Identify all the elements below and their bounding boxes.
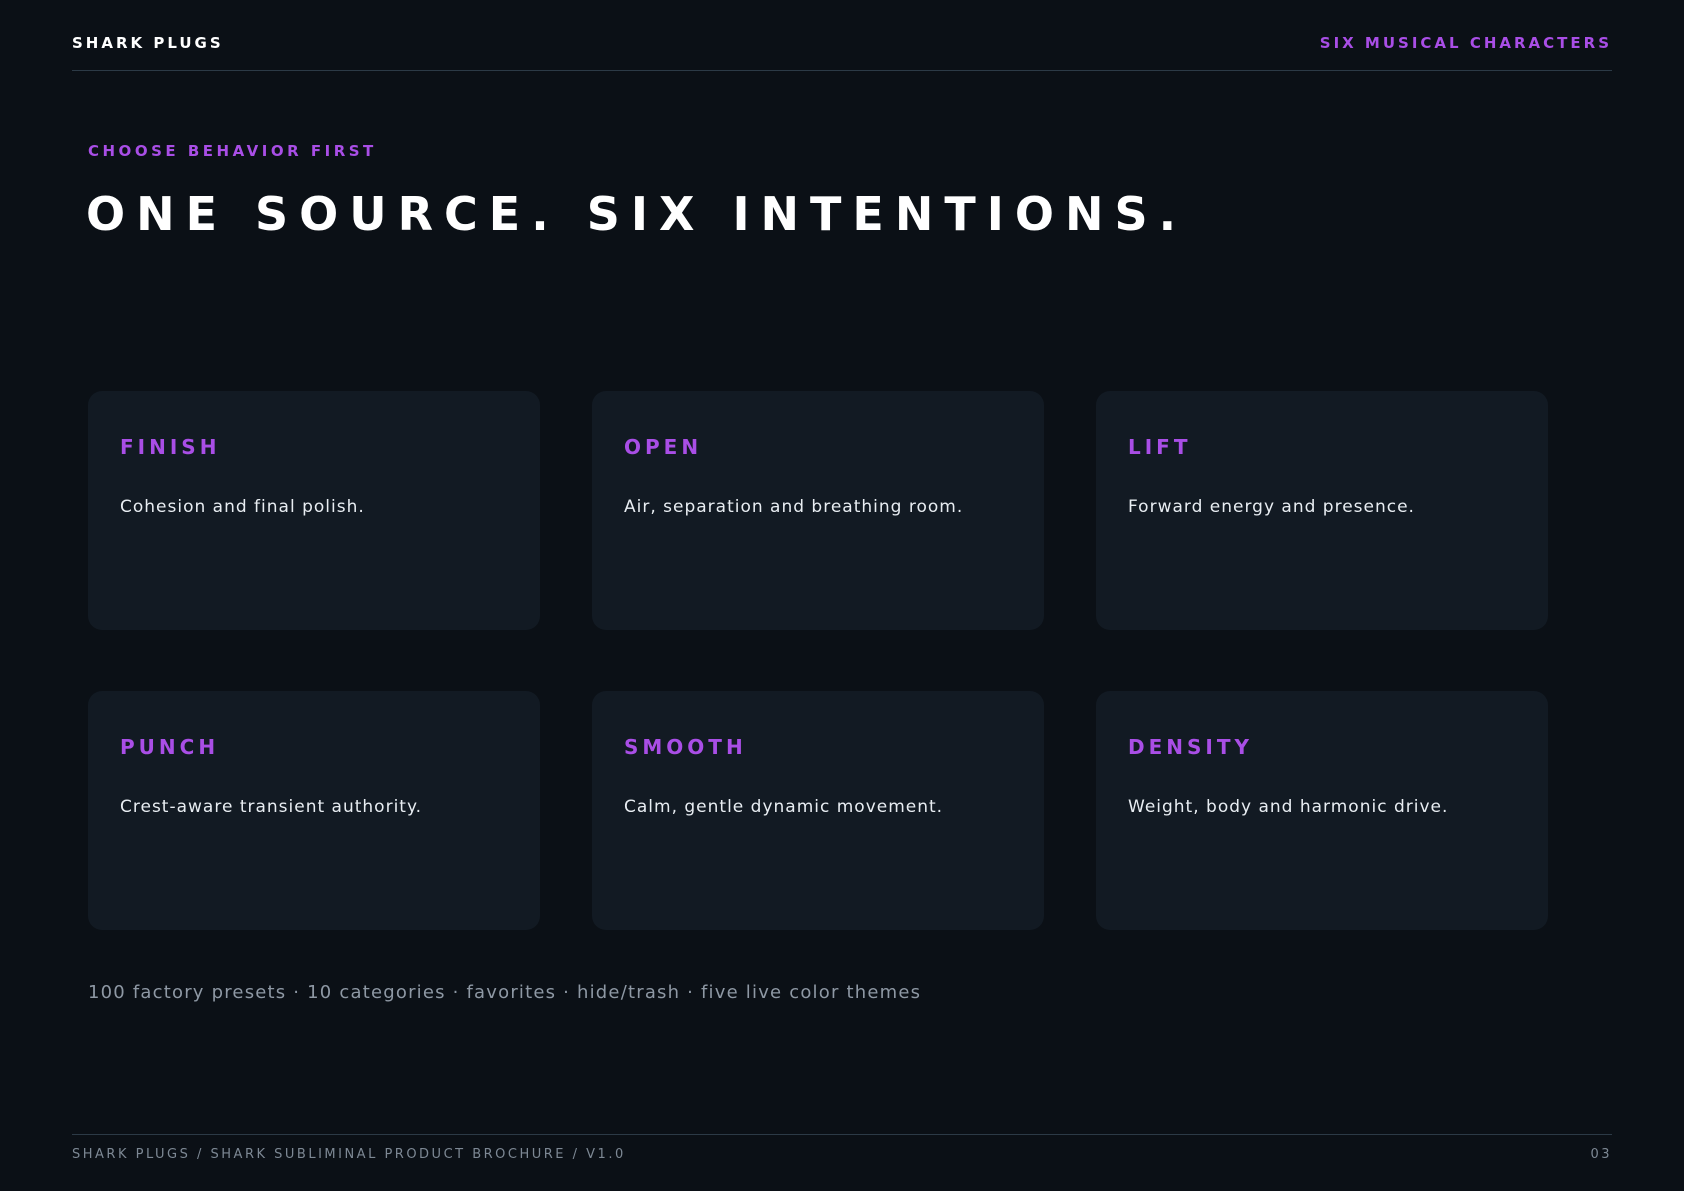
- card-title: LIFT: [1128, 435, 1192, 459]
- card-title: OPEN: [624, 435, 703, 459]
- brand-name: SHARK PLUGS: [72, 34, 224, 52]
- character-card-open: OPEN Air, separation and breathing room.: [592, 391, 1044, 630]
- card-title: PUNCH: [120, 735, 220, 759]
- character-card-punch: PUNCH Crest-aware transient authority.: [88, 691, 540, 930]
- section-eyebrow: CHOOSE BEHAVIOR FIRST: [88, 142, 377, 160]
- footer-credit: SHARK PLUGS / SHARK SUBLIMINAL PRODUCT B…: [72, 1147, 626, 1162]
- card-description: Calm, gentle dynamic movement.: [624, 797, 944, 817]
- page-header: SHARK PLUGS SIX MUSICAL CHARACTERS: [72, 0, 1612, 71]
- card-title: DENSITY: [1128, 735, 1253, 759]
- card-description: Cohesion and final polish.: [120, 497, 365, 517]
- page-footer: SHARK PLUGS / SHARK SUBLIMINAL PRODUCT B…: [72, 1134, 1612, 1175]
- character-card-lift: LIFT Forward energy and presence.: [1096, 391, 1548, 630]
- page-title: ONE SOURCE. SIX INTENTIONS.: [86, 187, 1188, 241]
- header-tagline: SIX MUSICAL CHARACTERS: [1319, 34, 1612, 52]
- card-description: Air, separation and breathing room.: [624, 497, 964, 517]
- card-description: Weight, body and harmonic drive.: [1128, 797, 1449, 817]
- character-card-smooth: SMOOTH Calm, gentle dynamic movement.: [592, 691, 1044, 930]
- card-description: Crest-aware transient authority.: [120, 797, 422, 817]
- feature-summary: 100 factory presets · 10 categories · fa…: [88, 982, 922, 1003]
- character-card-density: DENSITY Weight, body and harmonic drive.: [1096, 691, 1548, 930]
- card-description: Forward energy and presence.: [1128, 497, 1415, 517]
- card-title: FINISH: [120, 435, 221, 459]
- page-number: 03: [1590, 1147, 1612, 1162]
- card-title: SMOOTH: [624, 735, 747, 759]
- character-card-finish: FINISH Cohesion and final polish.: [88, 391, 540, 630]
